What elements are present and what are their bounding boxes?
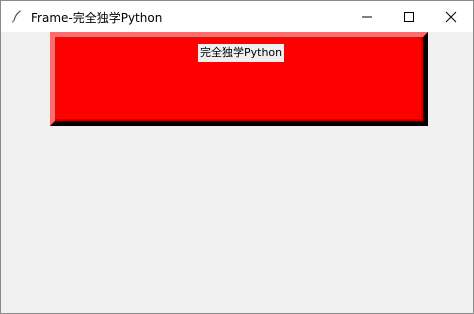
minimize-icon [362, 16, 372, 17]
maximize-button[interactable] [387, 1, 431, 32]
title-bar[interactable]: Frame-完全独学Python [1, 1, 473, 32]
close-button[interactable] [429, 1, 473, 32]
app-window: Frame-完全独学Python 完全独学Python [0, 0, 474, 314]
feather-icon [9, 8, 25, 24]
maximize-icon [404, 11, 414, 22]
client-area: 完全独学Python [1, 32, 473, 313]
minimize-button[interactable] [345, 1, 389, 32]
red-frame: 完全独学Python [50, 32, 428, 126]
window-title: Frame-完全独学Python [31, 11, 163, 25]
close-icon [445, 11, 457, 22]
frame-label: 完全独学Python [198, 44, 285, 62]
